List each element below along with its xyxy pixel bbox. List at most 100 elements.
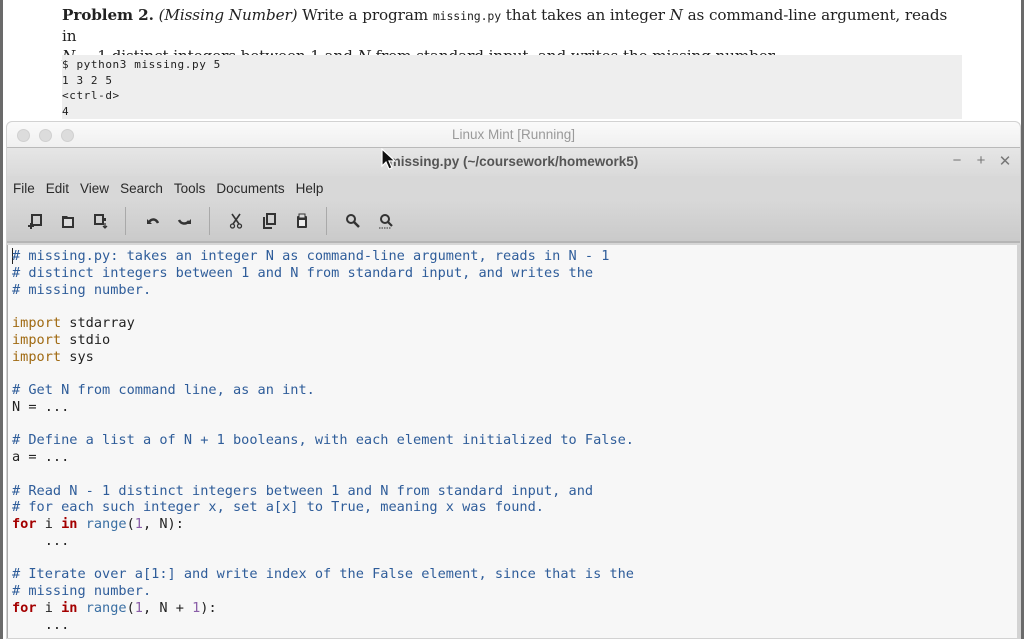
menu-file[interactable]: File (13, 181, 35, 196)
code-text: i (36, 516, 62, 532)
gedit-titlebar[interactable]: missing.py (~/coursework/homework5) − + … (7, 148, 1020, 176)
maximize-icon[interactable]: + (974, 152, 988, 170)
cut-icon (229, 213, 243, 229)
find-button[interactable] (341, 209, 365, 233)
code-comment: # Read N - 1 distinct integers between 1… (12, 482, 594, 499)
code-text: ( (126, 516, 135, 532)
toolbar-separator (125, 206, 126, 235)
problem-label: Problem 2. (62, 6, 154, 24)
code-editor[interactable]: # missing.py: takes an integer N as comm… (7, 245, 1020, 638)
code-text: , N + (142, 599, 193, 616)
code-comment: # Iterate over a[1:] and write index of … (12, 566, 634, 583)
code-line: import stdarray (12, 315, 634, 332)
code-line: # Get N from command line, as an int. (12, 382, 634, 399)
code-comment: # distinct integers between 1 and N from… (12, 264, 594, 281)
code-line: a = ... (12, 449, 634, 466)
menu-search[interactable]: Search (120, 181, 163, 196)
outer-window-left-edge (0, 0, 3, 639)
code-text: stdarray (61, 315, 135, 331)
gedit-window: missing.py (~/coursework/homework5) − + … (7, 148, 1020, 638)
code-comment: # missing number. (12, 281, 152, 298)
code-line: ... (12, 533, 634, 550)
gedit-window-controls: − + ✕ (950, 152, 1012, 170)
menu-view[interactable]: View (80, 181, 109, 196)
code-keyword: for (12, 599, 37, 616)
paste-button[interactable] (290, 209, 314, 233)
new-button[interactable] (23, 209, 47, 233)
var-n: N (669, 6, 683, 24)
code-line: for i in range(1, N + 1): (12, 600, 634, 617)
code-line: # missing number. (12, 583, 634, 600)
find-replace-button[interactable] (374, 209, 398, 233)
code-text: ... (12, 616, 70, 633)
code-keyword: import (12, 315, 62, 331)
open-button[interactable] (56, 209, 80, 233)
close-icon[interactable]: ✕ (998, 152, 1012, 170)
code-text: ( (126, 599, 135, 616)
code-text: a = ... (12, 449, 70, 465)
cut-button[interactable] (224, 209, 248, 233)
code-line: ... (12, 617, 634, 634)
code-line: # missing number. (12, 282, 634, 299)
terminal-example: $ python3 missing.py 5 1 3 2 5 <ctrl-d> … (62, 55, 962, 119)
menu-edit[interactable]: Edit (46, 181, 69, 196)
redo-icon (177, 218, 191, 225)
code-line: import stdio (12, 332, 634, 349)
editor-right-edge (1017, 245, 1020, 638)
code-keyword: in (61, 516, 78, 532)
copy-button[interactable] (257, 209, 281, 233)
code-comment: # Get N from command line, as an int. (12, 382, 315, 398)
problem-text: that takes an integer (501, 6, 670, 24)
toolbar-separator (209, 206, 210, 235)
save-icon (94, 213, 108, 229)
new-document-icon (28, 213, 42, 229)
minimize-icon[interactable]: − (950, 152, 964, 170)
terminal-line: 4 (62, 104, 70, 118)
program-name: missing.py (432, 9, 502, 23)
code-content[interactable]: # missing.py: takes an integer N as comm… (12, 248, 634, 633)
code-text: ): (200, 599, 217, 616)
problem-text: Write a program (297, 6, 433, 24)
menubar: File Edit View Search Tools Documents He… (7, 176, 1020, 200)
code-number: 1 (134, 516, 143, 532)
code-builtin: range (85, 599, 127, 616)
save-button[interactable] (89, 209, 113, 233)
toolbar (7, 200, 1020, 243)
code-text: sys (61, 348, 94, 365)
code-builtin: range (85, 516, 127, 532)
code-comment: # for each such integer x, set a[x] to T… (12, 499, 544, 516)
menu-documents[interactable]: Documents (216, 181, 284, 196)
code-line: # Iterate over a[1:] and write index of … (12, 566, 634, 583)
code-line: # Read N - 1 distinct integers between 1… (12, 483, 634, 500)
gedit-title: missing.py (~/coursework/homework5) (388, 154, 639, 169)
vm-title: Linux Mint [Running] (451, 127, 576, 142)
code-text: i (36, 599, 62, 616)
code-line: # for each such integer x, set a[x] to T… (12, 499, 634, 516)
menu-help[interactable]: Help (296, 181, 324, 196)
code-comment: # missing number. (12, 583, 152, 599)
code-comment: # missing.py: takes an integer N as comm… (12, 248, 610, 264)
open-folder-icon (62, 215, 74, 228)
undo-button[interactable] (140, 209, 164, 233)
terminal-line: $ python3 missing.py 5 (62, 58, 221, 71)
menu-tools[interactable]: Tools (174, 181, 206, 196)
code-text: , N): (142, 516, 184, 532)
terminal-line: <ctrl-d> (62, 89, 120, 102)
vm-titlebar[interactable]: Linux Mint [Running] (7, 122, 1020, 148)
code-keyword: import (12, 331, 62, 348)
terminal-line: 1 3 2 5 (62, 73, 113, 87)
code-keyword: import (12, 348, 62, 365)
copy-icon (263, 212, 276, 229)
toolbar-separator (326, 206, 327, 235)
redo-button[interactable] (173, 209, 197, 233)
code-text: ... (12, 532, 70, 549)
problem-document: Problem 2. (Missing Number) Write a prog… (62, 5, 962, 119)
vm-window: Linux Mint [Running] missing.py (~/cours… (6, 121, 1021, 639)
code-line: # Define a list a of N + 1 booleans, wit… (12, 432, 634, 449)
code-line: N = ... (12, 399, 634, 416)
